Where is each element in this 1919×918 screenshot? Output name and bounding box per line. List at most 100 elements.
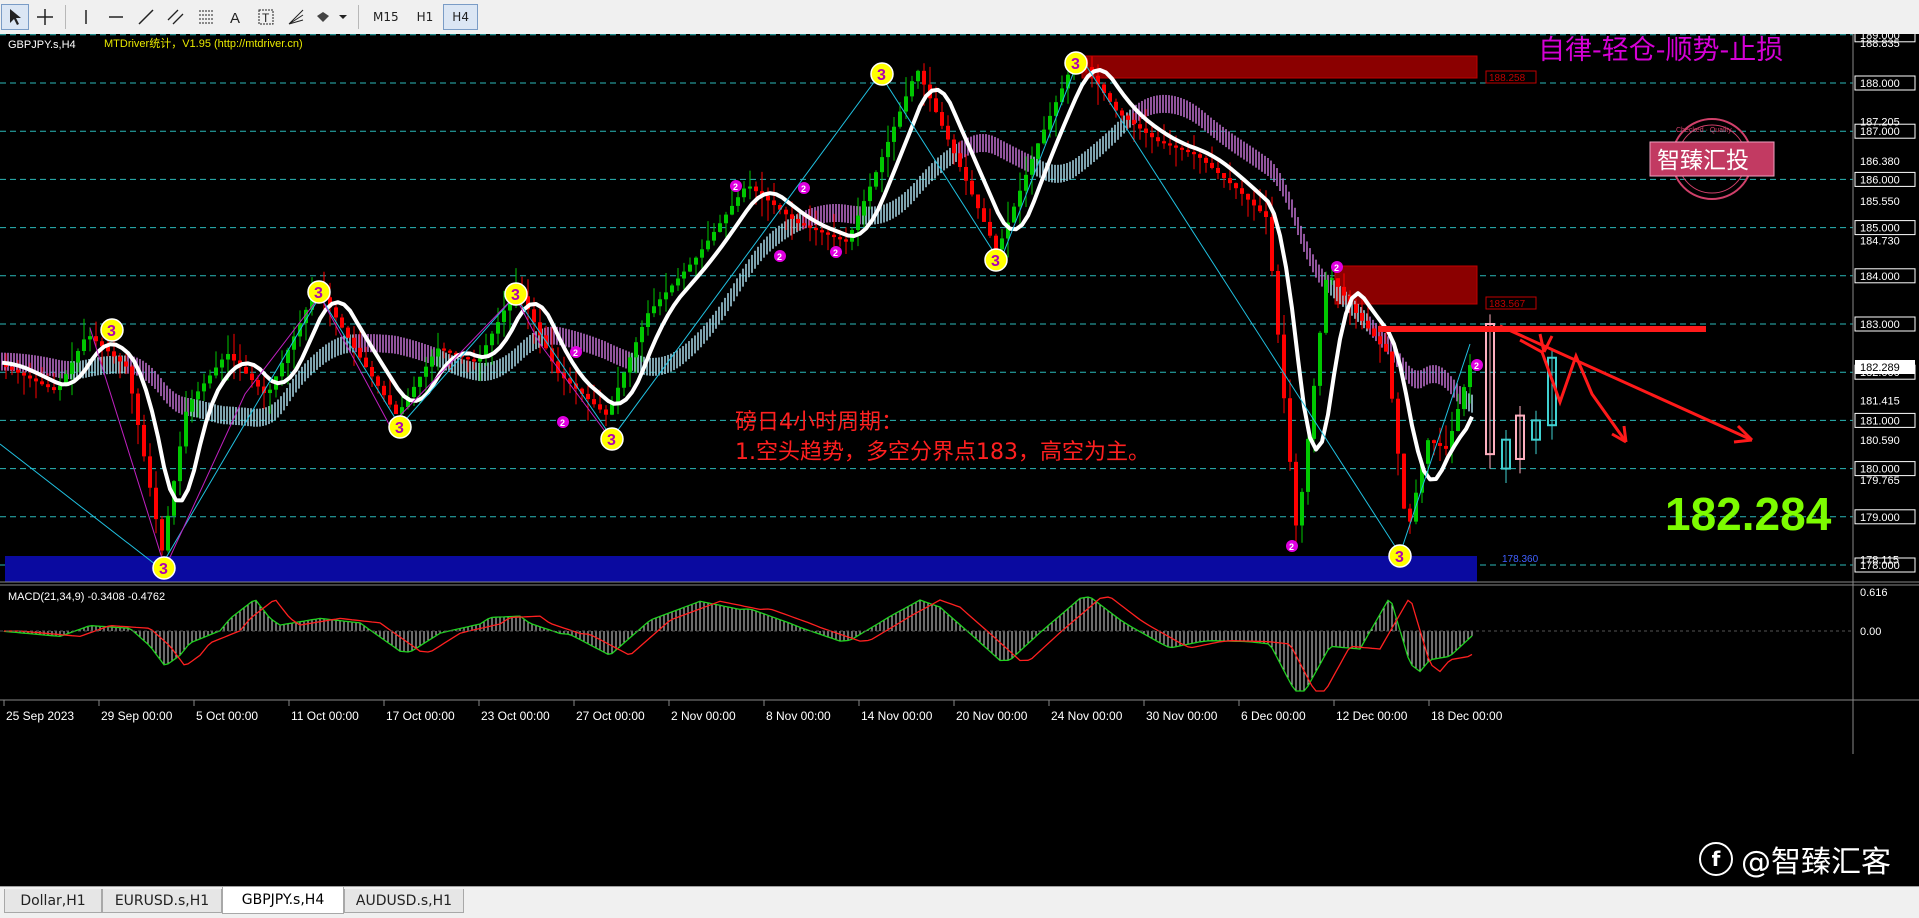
candle-body: [52, 387, 56, 391]
candle-body: [712, 231, 716, 241]
trendline-icon[interactable]: [132, 4, 160, 30]
wave-2-marker-digit: 2: [733, 182, 738, 192]
candle-body: [502, 310, 506, 323]
tab-dollar-h1[interactable]: Dollar,H1: [4, 889, 102, 913]
candle-body: [838, 237, 842, 240]
text-label-icon[interactable]: T: [252, 4, 280, 30]
candle-body: [1294, 461, 1298, 526]
candle-body: [706, 240, 710, 250]
candle-body: [934, 98, 938, 113]
price-tick: 181.415: [1860, 395, 1900, 407]
candle-body: [226, 354, 230, 360]
candle-body: [982, 208, 986, 222]
candle-body: [424, 366, 428, 377]
candle-body: [418, 376, 422, 387]
candle-body: [244, 367, 248, 374]
tab-eurusd-h1[interactable]: EURUSD.s,H1: [102, 889, 222, 913]
horizontal-line-icon[interactable]: [102, 4, 130, 30]
candle-body: [598, 404, 602, 410]
price-tick: 188.000: [1860, 78, 1900, 90]
candle-body: [1048, 115, 1052, 130]
wave-3-marker-digit: 3: [991, 253, 1000, 270]
candle-body: [1216, 167, 1220, 174]
price-tick: 184.730: [1860, 236, 1900, 248]
tab-audusd-h1[interactable]: AUDUSD.s,H1: [344, 889, 464, 913]
wave-2-marker-digit: 2: [833, 248, 838, 258]
candle-body: [1396, 398, 1400, 454]
price-tick: 186.380: [1860, 156, 1900, 168]
candle-body: [412, 386, 416, 398]
price-tick: 185.000: [1860, 223, 1900, 235]
candle-body: [1462, 387, 1466, 410]
candle-body: [1372, 328, 1376, 337]
timeframe-h4-button[interactable]: H4: [443, 4, 478, 30]
candle-body: [1012, 206, 1016, 223]
candle-body: [1156, 137, 1160, 142]
candle-body: [988, 221, 992, 236]
candle-body: [1228, 178, 1232, 184]
candle-body: [1120, 110, 1124, 116]
candle-body: [1276, 270, 1280, 335]
candle-body: [772, 200, 776, 206]
symbol-label: GBPJPY.s,H4: [8, 39, 76, 51]
candle-body: [154, 487, 158, 520]
candle-body: [1000, 238, 1004, 250]
candle-body: [730, 205, 734, 215]
supply-zone-lower[interactable]: [1334, 265, 1478, 305]
candle-body: [40, 381, 44, 385]
candle-body: [1432, 440, 1436, 444]
candle-body: [652, 306, 656, 314]
candle-body: [1378, 336, 1382, 344]
candle-body: [802, 223, 806, 226]
price-chart[interactable]: 3 3 3 3 3 3 3 3 3 3 2 2 2 2 2 2 2 2 2 188.258 183.567 178.…: [0, 34, 1919, 886]
price-tick: 187.000: [1860, 126, 1900, 138]
chart-tabs: Dollar,H1 EURUSD.s,H1 GBPJPY.s,H4 AUDUSD…: [0, 886, 1919, 918]
candle-body: [1342, 286, 1346, 296]
macd-axis-top: 0.616: [1860, 587, 1888, 599]
equidistant-channel-icon[interactable]: [162, 4, 190, 30]
candle-body: [892, 126, 896, 142]
candle-body: [370, 367, 374, 377]
candle-body: [790, 214, 794, 219]
timeframe-h1-button[interactable]: H1: [409, 4, 442, 30]
candle-body: [76, 350, 80, 363]
cursor-icon[interactable]: [1, 4, 29, 30]
candle-body: [694, 257, 698, 265]
candle-body: [346, 327, 350, 338]
candle-body: [1390, 351, 1394, 399]
candle-body: [532, 309, 536, 323]
candle-body: [286, 349, 290, 364]
tab-gbpjpy-h4[interactable]: GBPJPY.s,H4: [222, 887, 344, 914]
shapes-icon[interactable]: [312, 4, 352, 30]
candle-body: [640, 327, 644, 343]
candle-body: [814, 227, 818, 231]
candle-body: [880, 157, 884, 173]
timeframe-m15-button[interactable]: M15: [365, 4, 407, 30]
wave-3-marker-digit: 3: [314, 285, 323, 302]
candle-body: [796, 218, 800, 224]
facebook-icon: f: [1699, 842, 1733, 876]
supply-zone-upper[interactable]: [1081, 55, 1478, 79]
box-label-lower-text: 178.360: [1502, 554, 1539, 565]
logo-ring-text: Checked · Quality: [1676, 127, 1732, 134]
wave-2-marker-digit: 2: [560, 418, 565, 428]
logo-text: 智臻汇投: [1657, 148, 1749, 174]
candle-body: [1234, 183, 1238, 189]
fibo-fan-icon[interactable]: [282, 4, 310, 30]
candle-body: [364, 357, 368, 368]
candle-body: [958, 153, 962, 167]
crosshair-icon[interactable]: [31, 4, 59, 30]
candle-body: [1162, 141, 1166, 144]
watermark: f @智臻汇客: [1699, 837, 1891, 881]
text-icon[interactable]: A: [222, 4, 250, 30]
candle-body: [874, 172, 878, 187]
candle-body: [214, 367, 218, 376]
fibonacci-icon[interactable]: [192, 4, 220, 30]
wave-2-marker-digit: 2: [573, 348, 578, 358]
candle-body: [472, 359, 476, 362]
candle-body: [952, 139, 956, 154]
candle-body: [250, 373, 254, 381]
vertical-line-icon[interactable]: [72, 4, 100, 30]
candle-body: [646, 313, 650, 328]
demand-zone[interactable]: [5, 556, 1477, 582]
